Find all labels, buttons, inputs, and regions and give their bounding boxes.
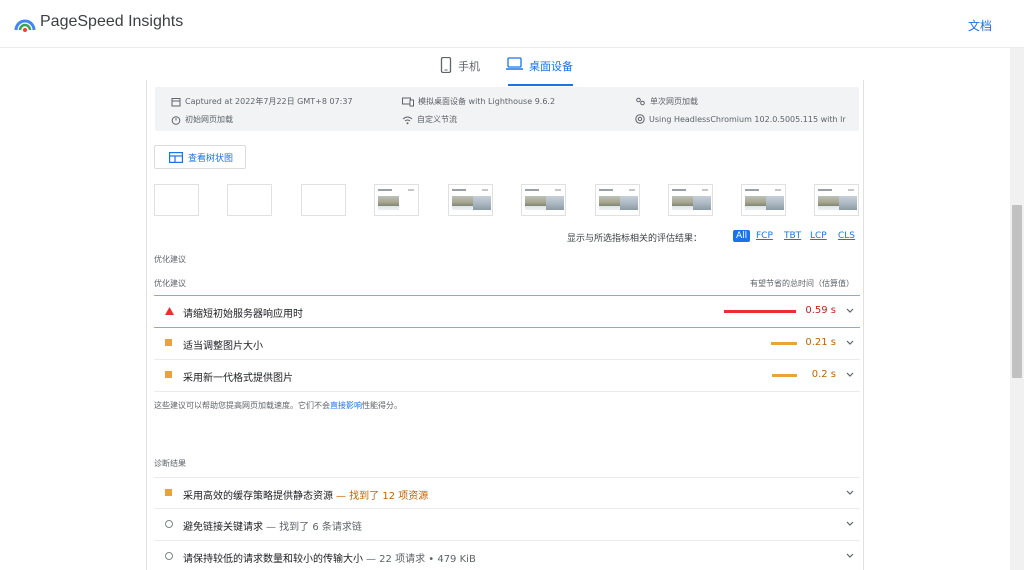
app-title[interactable]: PageSpeed Insights: [40, 13, 183, 31]
filmstrip-frame: [301, 184, 346, 216]
filmstrip-frame: [227, 184, 272, 216]
filter-chip-lcp[interactable]: LCP: [807, 230, 830, 242]
audit-server-response-time[interactable]: 请缩短初始服务器响应用时 0.59 s: [154, 296, 860, 328]
chrome-icon: [635, 114, 645, 124]
metric-filter: 显示与所选指标相关的评估结果： All FCP TBT LCP CLS: [147, 230, 859, 244]
view-treemap-button[interactable]: 查看树状图: [154, 145, 246, 169]
network-throttling-text: 自定义节流: [417, 115, 457, 124]
calendar-icon: [171, 97, 181, 106]
chevron-down-icon[interactable]: [846, 521, 854, 527]
audit-title: 采用高效的缓存策略提供静态资源 — 找到了 12 项资源: [183, 487, 428, 502]
direct-impact-link[interactable]: 直接影响: [330, 401, 362, 410]
opportunities-description: 这些建议可以帮助您提高网页加载速度。它们不会直接影响性能得分。: [154, 400, 402, 411]
people-icon: [636, 97, 645, 105]
audit-display-value: — 找到了 12 项资源: [336, 491, 429, 502]
opportunities-column-title: 优化建议: [154, 279, 186, 288]
savings-value: 0.59 s: [805, 305, 836, 316]
chevron-down-icon[interactable]: [846, 553, 854, 559]
audit-display-value: — 找到了 6 条请求链: [266, 522, 362, 533]
initial-load-text: 初始网页加载: [185, 115, 233, 124]
treemap-icon: [169, 151, 183, 163]
filmstrip-frame: [814, 184, 859, 216]
average-square-icon: [165, 339, 172, 346]
audit-title: 避免链接关键请求 — 找到了 6 条请求链: [183, 518, 362, 533]
filter-chip-cls[interactable]: CLS: [835, 230, 858, 242]
captured-at: Captured at 2022年7月22日 GMT+8 07:37: [171, 96, 353, 107]
tab-desktop-label: 桌面设备: [529, 60, 573, 73]
filmstrip-frame: [741, 184, 786, 216]
filmstrip-frame: [448, 184, 493, 216]
savings-bar: [772, 374, 797, 377]
network-throttling: 自定义节流: [402, 114, 457, 125]
pagespeed-logo-icon[interactable]: [14, 13, 36, 35]
filmstrip-frame: [154, 184, 199, 216]
filter-chip-all[interactable]: All: [733, 230, 751, 242]
savings-bar: [724, 310, 796, 313]
laptop-icon: [506, 57, 523, 70]
filmstrip-frame: [668, 184, 713, 216]
initial-load: 初始网页加载: [171, 114, 233, 125]
view-treemap-label: 查看树状图: [188, 153, 234, 164]
audit-title: 采用新一代格式提供图片: [183, 373, 293, 384]
emulated-device-text: 模拟桌面设备 with Lighthouse 9.6.2: [418, 97, 556, 106]
description-text: 这些建议可以帮助您提高网页加载速度。它们不会: [154, 401, 330, 410]
filmstrip-frame: [521, 184, 566, 216]
audit-cache-policy[interactable]: 采用高效的缓存策略提供静态资源 — 找到了 12 项资源: [154, 477, 860, 509]
savings-value: 0.2 s: [811, 369, 836, 380]
savings-bar: [771, 342, 797, 345]
audit-critical-request-chains[interactable]: 避免链接关键请求 — 找到了 6 条请求链: [154, 509, 860, 541]
description-text-end: 性能得分。: [362, 401, 402, 410]
chevron-down-icon[interactable]: [846, 308, 854, 314]
info-circle-icon: [165, 520, 173, 528]
audit-display-value: — 22 项请求 • 479 KiB: [366, 554, 476, 565]
opportunities-section-title: 优化建议: [154, 255, 186, 264]
filter-chip-fcp[interactable]: FCP: [753, 230, 776, 242]
tab-mobile-label: 手机: [458, 60, 480, 73]
audit-title-text: 采用高效的缓存策略提供静态资源: [183, 491, 333, 502]
filter-chip-tbt[interactable]: TBT: [781, 230, 804, 242]
metric-filter-label: 显示与所选指标相关的评估结果：: [567, 234, 703, 244]
audit-title: 适当调整图片大小: [183, 341, 263, 352]
fail-triangle-icon: [165, 307, 174, 315]
diagnostics-section-title: 诊断结果: [154, 459, 186, 468]
audit-properly-size-images[interactable]: 适当调整图片大小 0.21 s: [154, 328, 860, 360]
scrollbar-thumb[interactable]: [1012, 205, 1022, 378]
audit-title: 请缩短初始服务器响应用时: [183, 309, 303, 320]
audit-title-text: 避免链接关键请求: [183, 522, 263, 533]
browser-version: Using HeadlessChromium 102.0.5005.115 wi…: [635, 114, 846, 124]
captured-at-text: Captured at 2022年7月22日 GMT+8 07:37: [185, 97, 353, 106]
chevron-down-icon[interactable]: [846, 490, 854, 496]
top-bar: PageSpeed Insights 文档: [0, 0, 1024, 48]
average-square-icon: [165, 489, 172, 496]
timer-icon: [171, 115, 181, 125]
runtime-settings-panel: Captured at 2022年7月22日 GMT+8 07:37 初始网页加…: [155, 87, 859, 131]
info-circle-icon: [165, 552, 173, 560]
page-scrollbar[interactable]: [1010, 48, 1024, 570]
chevron-down-icon[interactable]: [846, 340, 854, 346]
single-load-text: 单次网页加载: [650, 97, 698, 106]
wifi-icon: [402, 116, 413, 124]
average-square-icon: [165, 371, 172, 378]
audit-resource-summary[interactable]: 请保持较低的请求数量和较小的传输大小 — 22 项请求 • 479 KiB: [154, 541, 860, 570]
filmstrip-frame: [374, 184, 419, 216]
audit-title-text: 请保持较低的请求数量和较小的传输大小: [183, 554, 363, 565]
devices-icon: [402, 97, 414, 106]
report-card: Captured at 2022年7月22日 GMT+8 07:37 初始网页加…: [146, 80, 864, 570]
browser-version-text: Using HeadlessChromium 102.0.5005.115 wi…: [649, 114, 846, 124]
filmstrip-frame: [595, 184, 640, 216]
smartphone-icon: [440, 57, 452, 73]
emulated-device: 模拟桌面设备 with Lighthouse 9.6.2: [402, 96, 555, 107]
docs-link[interactable]: 文档: [968, 17, 992, 34]
chevron-down-icon[interactable]: [846, 372, 854, 378]
filmstrip: [154, 184, 860, 216]
opportunities-savings-column: 有望节省的总时间（估算值）: [750, 279, 854, 288]
single-load: 单次网页加载: [635, 96, 698, 107]
audit-title: 请保持较低的请求数量和较小的传输大小 — 22 项请求 • 479 KiB: [183, 550, 476, 565]
audit-modern-image-formats[interactable]: 采用新一代格式提供图片 0.2 s: [154, 360, 860, 392]
opportunities-header: 优化建议 有望节省的总时间（估算值）: [154, 276, 860, 296]
savings-value: 0.21 s: [805, 337, 836, 348]
